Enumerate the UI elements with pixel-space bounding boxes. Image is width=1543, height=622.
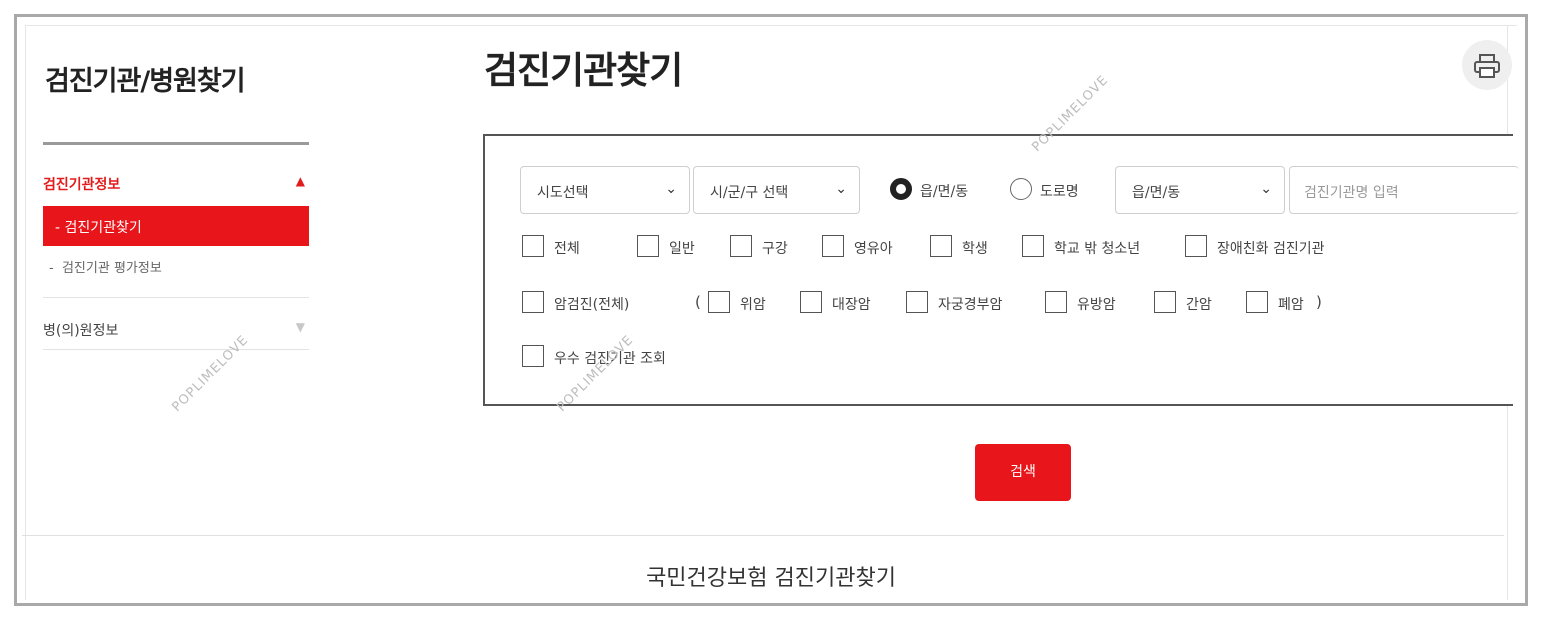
search-button[interactable]: 검색 — [975, 444, 1071, 501]
sidebar-item-evaluation-info[interactable]: - 검진기관 평가정보 — [49, 257, 162, 276]
radio-checked-icon — [890, 178, 912, 200]
sido-select[interactable]: 시도선택 ⌄ — [520, 166, 690, 214]
sidebar-item-text: 검진기관찾기 — [64, 220, 142, 236]
checkbox-label: 일반 — [669, 241, 695, 257]
footer-divider — [22, 535, 1504, 536]
sidebar-item-find-health-center[interactable]: - 검진기관찾기 — [43, 206, 309, 246]
radio-unchecked-icon — [1010, 178, 1032, 200]
page-title: 검진기관찾기 — [484, 49, 683, 92]
health-center-name-input[interactable]: 검진기관명 입력 — [1289, 166, 1519, 214]
checkbox-box — [822, 235, 844, 257]
checkbox-label: 학교 밖 청소년 — [1054, 241, 1141, 257]
select-value: 읍/면/동 — [1132, 185, 1181, 201]
inner-border-left — [25, 25, 26, 600]
sidebar-title: 검진기관/병원찾기 — [45, 66, 246, 97]
bullet-dash: - — [55, 220, 61, 236]
sidebar-section-health-check-info[interactable]: 검진기관정보 ▲ — [43, 167, 309, 197]
checkbox-label: 유방암 — [1077, 297, 1116, 313]
checkbox-box — [730, 235, 752, 257]
checkbox-box — [1022, 235, 1044, 257]
printer-icon — [1474, 54, 1500, 78]
paren-open: ( — [695, 293, 701, 311]
bullet-dash: - — [49, 261, 54, 276]
dong-select[interactable]: 읍/면/동 ⌄ — [1115, 166, 1285, 214]
checkbox-label: 영유아 — [854, 241, 893, 257]
radio-label: 도로명 — [1040, 184, 1079, 200]
checkbox-label: 구강 — [762, 241, 788, 257]
chevron-down-icon: ⌄ — [835, 181, 847, 197]
checkbox-box — [1045, 291, 1067, 313]
paren-close: ) — [1316, 293, 1322, 311]
caret-down-icon: ▼ — [295, 320, 305, 334]
checkbox-label: 폐암 — [1278, 297, 1304, 313]
sidebar-section-clinic-info[interactable]: 병(의)원정보 ▼ — [43, 317, 309, 347]
sidebar-separator — [43, 297, 309, 298]
checkbox-box — [522, 345, 544, 367]
checkbox-box — [906, 291, 928, 313]
checkbox-box — [800, 291, 822, 313]
caret-up-icon: ▲ — [295, 174, 305, 188]
sigungu-select[interactable]: 시/군/구 선택 ⌄ — [693, 166, 860, 214]
checkbox-box — [1185, 235, 1207, 257]
checkbox-box — [522, 235, 544, 257]
print-button[interactable] — [1462, 40, 1512, 90]
checkbox-label: 대장암 — [832, 297, 871, 313]
select-value: 시/군/구 선택 — [710, 185, 789, 201]
chevron-down-icon: ⌄ — [665, 181, 677, 197]
checkbox-box — [930, 235, 952, 257]
chevron-down-icon: ⌄ — [1260, 181, 1272, 197]
checkbox-box — [637, 235, 659, 257]
inner-border-top — [25, 25, 1517, 26]
input-placeholder: 검진기관명 입력 — [1304, 185, 1399, 201]
checkbox-label: 암검진(전체) — [554, 297, 630, 313]
checkbox-box — [708, 291, 730, 313]
radio-label: 읍/면/동 — [920, 184, 969, 200]
checkbox-box — [1246, 291, 1268, 313]
sidebar-item-label: - 검진기관찾기 — [55, 217, 142, 237]
checkbox-label: 장애친화 검진기관 — [1217, 241, 1325, 257]
sidebar-section-label: 병(의)원정보 — [43, 323, 119, 339]
checkbox-label: 전체 — [554, 241, 580, 257]
sidebar-separator — [43, 349, 309, 350]
footer-caption: 국민건강보험 검진기관찾기 — [646, 566, 896, 591]
checkbox-label: 간암 — [1186, 297, 1212, 313]
checkbox-label: 자궁경부암 — [938, 297, 1003, 313]
sidebar-divider — [43, 142, 309, 145]
checkbox-label: 학생 — [962, 241, 988, 257]
select-value: 시도선택 — [537, 185, 589, 201]
checkbox-box — [1154, 291, 1176, 313]
sidebar-section-label: 검진기관정보 — [43, 177, 121, 193]
checkbox-label: 위암 — [740, 297, 766, 313]
checkbox-box — [522, 291, 544, 313]
sidebar-item-label: 검진기관 평가정보 — [61, 261, 162, 276]
